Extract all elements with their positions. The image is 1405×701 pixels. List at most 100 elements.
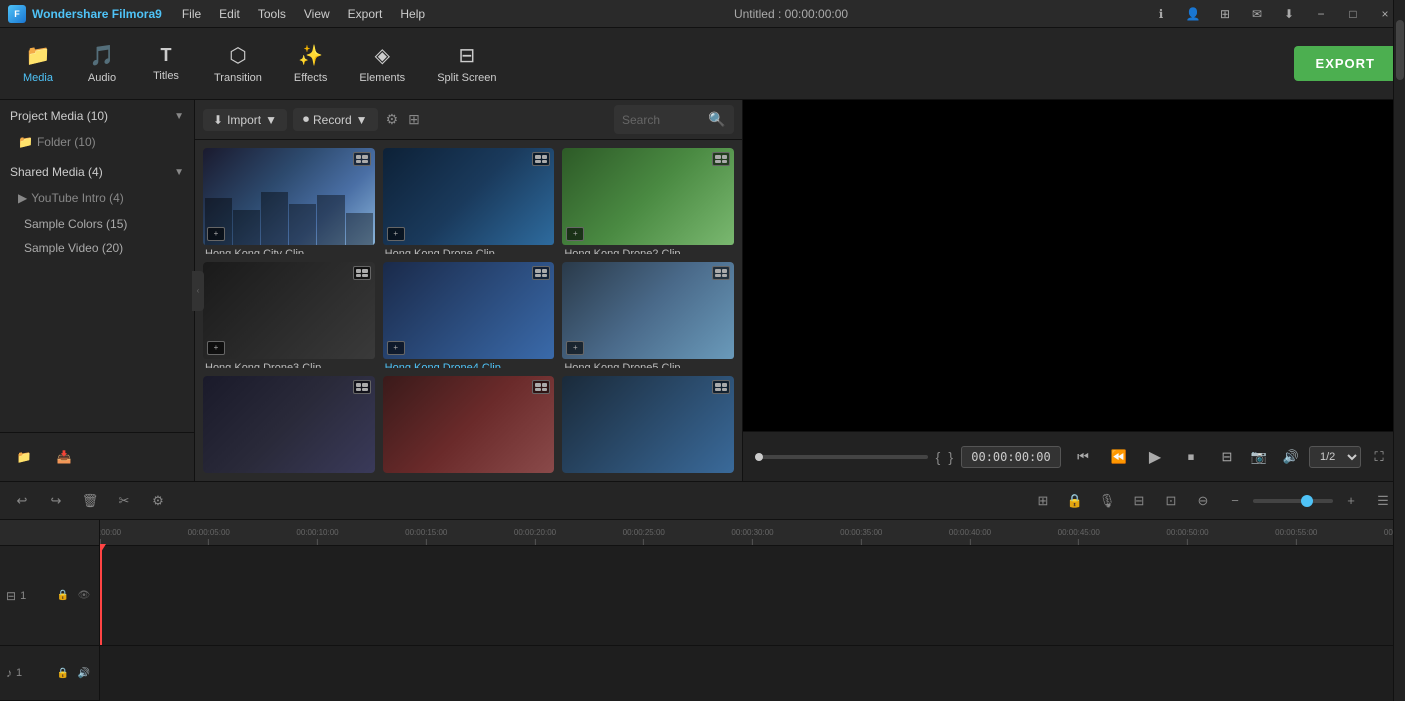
ruler-label-spacer — [0, 520, 99, 546]
zoom-out-icon[interactable]: − — [1221, 487, 1249, 515]
toolbar-audio-label: Audio — [88, 72, 116, 84]
sidebar-header-shared[interactable]: Shared Media (4) ▼ — [0, 158, 194, 186]
app-name: Wondershare Filmora9 — [32, 7, 162, 21]
timeline-scrollbar[interactable] — [1393, 520, 1405, 701]
preview-progress-bar[interactable] — [755, 455, 928, 459]
fullscreen-output-icon[interactable]: ⊟ — [1213, 443, 1241, 471]
media-thumb-clip2: + — [383, 148, 555, 245]
mic-icon[interactable]: 🎙 — [1093, 487, 1121, 515]
media-item-clip7[interactable] — [203, 376, 375, 473]
media-label-clip5: Hong Kong Drone4 Clip — [383, 359, 555, 369]
record-button[interactable]: ⏺ Record ▼ — [293, 108, 378, 131]
menu-file[interactable]: File — [174, 5, 209, 23]
media-item-clip5[interactable]: + Hong Kong Drone4 Clip — [383, 262, 555, 368]
play-button[interactable]: ▶ — [1141, 443, 1169, 471]
info-icon[interactable]: ℹ — [1149, 2, 1173, 26]
toolbar-elements-label: Elements — [359, 72, 405, 84]
adjust-button[interactable]: ⚙ — [144, 487, 172, 515]
cut-button[interactable]: ✂ — [110, 487, 138, 515]
toolbar-elements[interactable]: ◈ Elements — [345, 35, 419, 92]
audio-lock-btn[interactable]: 🔒 — [54, 664, 72, 682]
lock-icon[interactable]: 🔒 — [1061, 487, 1089, 515]
menu-edit[interactable]: Edit — [211, 5, 248, 23]
sidebar-item-folder[interactable]: 📁 Folder (10) — [0, 130, 194, 154]
media-item-clip8[interactable] — [383, 376, 555, 473]
grid-view-icon[interactable]: ⊞ — [406, 109, 422, 130]
sidebar-collapse-btn[interactable]: ‹ — [192, 271, 204, 311]
time-mark-9: 00:00:45:00 — [1058, 528, 1100, 545]
video-track-icon: ⊟ — [6, 589, 16, 603]
mail-icon[interactable]: ✉ — [1245, 2, 1269, 26]
toolbar-titles[interactable]: T Titles — [136, 37, 196, 90]
toolbar-transition[interactable]: ⬡ Transition — [200, 35, 276, 92]
sidebar-item-youtube[interactable]: ▶ YouTube Intro (4) — [0, 186, 194, 210]
video-lock-btn[interactable]: 🔒 — [54, 587, 72, 605]
toolbar-effects[interactable]: ✨ Effects — [280, 35, 341, 92]
media-label-clip4: Hong Kong Drone3 Clip — [203, 359, 375, 369]
minimize-button[interactable]: − — [1309, 2, 1333, 26]
menu-tools[interactable]: Tools — [250, 5, 294, 23]
menu-help[interactable]: Help — [392, 5, 433, 23]
add-overlay-icon-4: + — [207, 341, 225, 355]
grid-icon-overlay-6 — [712, 266, 730, 280]
time-mark-3: 00:00:15:00 — [405, 528, 447, 545]
window-icon[interactable]: ⊞ — [1213, 2, 1237, 26]
preview-area — [743, 100, 1405, 431]
sidebar-section-project: Project Media (10) ▼ 📁 Folder (10) — [0, 100, 194, 156]
zoom-in-icon[interactable]: + — [1337, 487, 1365, 515]
new-folder-button[interactable]: 📁 — [8, 441, 40, 473]
import-icon: ⬇ — [213, 113, 223, 127]
media-item-clip9[interactable] — [562, 376, 734, 473]
timeline-ruler: 00:00:00:0000:00:05:0000:00:10:0000:00:1… — [100, 520, 1405, 546]
in-point-icon[interactable]: { — [936, 449, 941, 465]
video-track-number: 1 — [20, 590, 26, 602]
preview-playhead — [755, 453, 763, 461]
media-label-clip2: Hong Kong Drone Clip — [383, 245, 555, 255]
undo-button[interactable]: ↩ — [8, 487, 36, 515]
fullscreen-icon[interactable]: ⛶ — [1365, 443, 1393, 471]
audio-speaker-btn[interactable]: 🔊 — [75, 664, 93, 682]
user-icon[interactable]: 👤 — [1181, 2, 1205, 26]
menu-view[interactable]: View — [296, 5, 338, 23]
detach-audio-icon[interactable]: ⊟ — [1125, 487, 1153, 515]
remove-icon[interactable]: ⊖ — [1189, 487, 1217, 515]
out-point-icon[interactable]: } — [948, 449, 953, 465]
quality-select[interactable]: 1/2 Full — [1309, 446, 1361, 468]
redo-button[interactable]: ↪ — [42, 487, 70, 515]
media-thumb-clip8 — [383, 376, 555, 473]
filter-icon[interactable]: ⚙ — [384, 109, 401, 130]
media-item-clip1[interactable]: + Hong Kong City Clip — [203, 148, 375, 254]
preview-panel: { } 00:00:00:00 ⏮ ⏪ ▶ ⏹ ⊟ 📷 🔊 1/2 Full ⛶ — [743, 100, 1405, 481]
media-item-clip6[interactable]: + Hong Kong Drone5 Clip — [562, 262, 734, 368]
video-eye-btn[interactable]: 👁 — [75, 587, 93, 605]
media-item-clip2[interactable]: + Hong Kong Drone Clip — [383, 148, 555, 254]
import-button[interactable]: ⬇ Import ▼ — [203, 109, 287, 131]
download-icon[interactable]: ⬇ — [1277, 2, 1301, 26]
sidebar-item-sample-colors[interactable]: Sample Colors (15) — [0, 212, 194, 236]
toolbar-audio[interactable]: 🎵 Audio — [72, 35, 132, 92]
media-grid: + Hong Kong City Clip + Hong Kong Drone … — [195, 140, 742, 481]
export-button[interactable]: EXPORT — [1294, 46, 1397, 81]
sidebar-header-project[interactable]: Project Media (10) ▼ — [0, 102, 194, 130]
add-marker-icon[interactable]: ⊡ — [1157, 487, 1185, 515]
zoom-slider[interactable] — [1253, 499, 1333, 503]
menu-export[interactable]: Export — [340, 5, 391, 23]
media-item-clip3[interactable]: + Hong Kong Drone2 Clip — [562, 148, 734, 254]
video-track-controls: 🔒 👁 — [54, 587, 93, 605]
import-file-button[interactable]: 📥 — [48, 441, 80, 473]
snap-to-track-icon[interactable]: ⊞ — [1029, 487, 1057, 515]
toolbar-splitscreen[interactable]: ⊟ Split Screen — [423, 35, 510, 92]
toolbar-media[interactable]: 📁 Media — [8, 35, 68, 92]
sidebar-item-sample-video[interactable]: Sample Video (20) — [0, 236, 194, 260]
restore-button[interactable]: □ — [1341, 2, 1365, 26]
media-item-clip4[interactable]: + Hong Kong Drone3 Clip — [203, 262, 375, 368]
time-mark-0: 00:00:00:00 — [100, 528, 121, 545]
prev-frame-button[interactable]: ⏮ — [1069, 443, 1097, 471]
volume-icon[interactable]: 🔊 — [1277, 443, 1305, 471]
delete-button[interactable]: 🗑 — [76, 487, 104, 515]
snapshot-icon[interactable]: 📷 — [1245, 443, 1273, 471]
rewind-button[interactable]: ⏪ — [1105, 443, 1133, 471]
search-icon[interactable]: 🔍 — [706, 109, 727, 130]
search-input[interactable] — [622, 113, 702, 127]
stop-button[interactable]: ⏹ — [1177, 443, 1205, 471]
